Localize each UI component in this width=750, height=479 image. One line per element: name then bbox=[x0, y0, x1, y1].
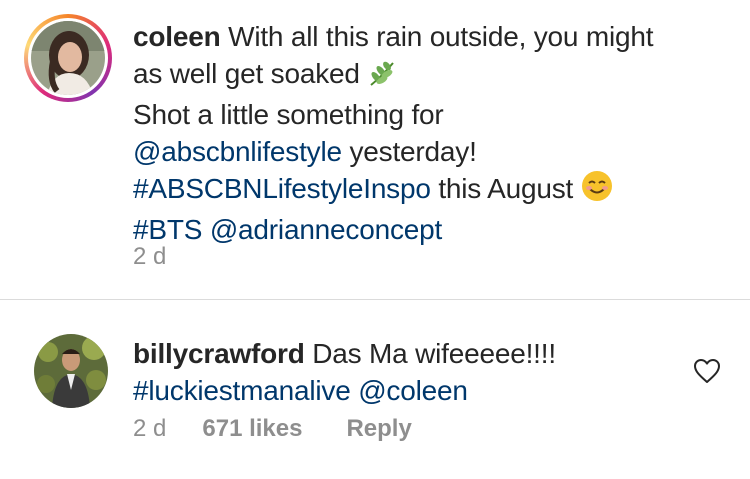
comment-username[interactable]: billycrawford bbox=[133, 338, 305, 369]
comment-text: billycrawford Das Ma wifeeeee!!!! #lucki… bbox=[133, 335, 653, 409]
mention-link[interactable]: @adrianneconcept bbox=[210, 214, 442, 245]
caption-line4-suffix: yesterday! bbox=[341, 136, 477, 167]
smiling-face-emoji-icon bbox=[581, 170, 613, 211]
reply-button[interactable]: Reply bbox=[346, 415, 411, 443]
mention-link[interactable]: @abscbnlifestyle bbox=[133, 136, 342, 167]
comment-meta: 2 d 671 likes Reply bbox=[133, 415, 412, 443]
herb-emoji-icon bbox=[367, 59, 397, 96]
post-username[interactable]: coleen bbox=[133, 21, 221, 52]
avatar-photo bbox=[31, 21, 105, 95]
avatar[interactable] bbox=[34, 334, 108, 408]
avatar-photo bbox=[34, 334, 108, 408]
caption-meta: 2 d bbox=[133, 243, 202, 271]
caption-line5-suffix: this August bbox=[430, 173, 581, 204]
story-ring[interactable] bbox=[24, 14, 112, 102]
comment-row: billycrawford Das Ma wifeeeee!!!! #lucki… bbox=[0, 300, 750, 479]
post-caption: coleen With all this rain outside, you m… bbox=[0, 0, 750, 300]
mention-link[interactable]: @coleen bbox=[358, 375, 468, 406]
hashtag-link[interactable]: #luckiestmanalive bbox=[133, 375, 351, 406]
hashtag-link[interactable]: #ABSCBNLifestyleInspo bbox=[133, 173, 431, 204]
heart-outline-icon[interactable] bbox=[693, 358, 721, 384]
likes-count[interactable]: 671 likes bbox=[202, 415, 302, 443]
avatar[interactable] bbox=[31, 21, 105, 95]
comment-body: Das Ma wifeeeee!!!! bbox=[304, 338, 556, 369]
hashtag-link[interactable]: #BTS bbox=[133, 214, 202, 245]
caption-line2: as well get soaked bbox=[133, 58, 368, 89]
caption-text: coleen With all this rain outside, you m… bbox=[133, 18, 733, 248]
caption-line3: Shot a little something for bbox=[133, 99, 444, 130]
caption-line1: With all this rain outside, you might bbox=[220, 21, 654, 52]
timestamp[interactable]: 2 d bbox=[133, 415, 166, 443]
timestamp[interactable]: 2 d bbox=[133, 243, 166, 271]
